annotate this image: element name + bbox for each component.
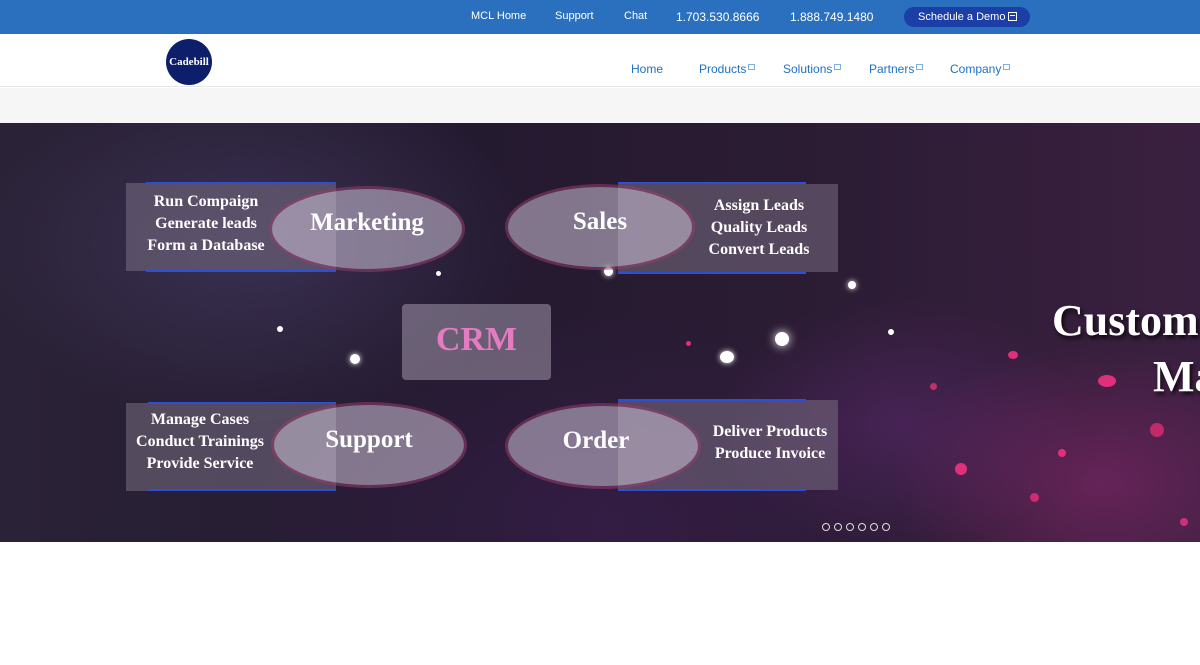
order-line: Deliver Products: [712, 423, 828, 440]
sales-line: Convert Leads: [708, 241, 810, 258]
panel-divider: [148, 402, 336, 404]
order-label: Order: [562, 427, 630, 454]
support-line: Provide Service: [146, 455, 254, 472]
nav-partners-label: Partners: [869, 62, 915, 76]
panel-divider: [618, 272, 806, 274]
nav-company[interactable]: Company: [950, 62, 1011, 76]
slide-dot[interactable]: [870, 523, 878, 531]
panel-divider: [146, 182, 336, 184]
top-bar: MCL Home Support Chat 1.703.530.8666 1.8…: [0, 0, 1200, 34]
sales-label: Sales: [572, 208, 628, 235]
support-line: Conduct Trainings: [136, 433, 264, 450]
crm-label: CRM: [435, 321, 518, 358]
phone-number-2[interactable]: 1.888.749.1480: [790, 10, 873, 24]
nav-partners[interactable]: Partners: [869, 62, 924, 76]
slide-dot[interactable]: [882, 523, 890, 531]
bokeh-light: [1180, 518, 1188, 526]
sales-line: Quality Leads: [710, 219, 808, 236]
support-line: Manage Cases: [150, 411, 250, 428]
sales-details: Assign Leads Quality Leads Convert Leads: [688, 195, 830, 261]
sales-line: Assign Leads: [713, 197, 805, 214]
nav-home[interactable]: Home: [631, 62, 663, 76]
bokeh-light: [604, 267, 613, 276]
panel-divider: [618, 489, 806, 491]
bokeh-light: [1008, 351, 1018, 359]
bokeh-light: [1030, 493, 1039, 502]
phone-number-1[interactable]: 1.703.530.8666: [676, 10, 759, 24]
slide-dot[interactable]: [834, 523, 842, 531]
nav-company-label: Company: [950, 62, 1002, 76]
marketing-label: Marketing: [310, 209, 424, 236]
slide-dot[interactable]: [846, 523, 854, 531]
order-line: Produce Invoice: [714, 445, 826, 462]
nav-solutions[interactable]: Solutions: [783, 62, 842, 76]
support-label: Support: [325, 426, 413, 453]
hero-slider: Run Compaign Generate leads Form a Datab…: [0, 123, 1200, 542]
bokeh-light: [1098, 375, 1116, 387]
bokeh-light: [848, 281, 856, 289]
hero-headline-line2: Ma: [1153, 352, 1200, 401]
bokeh-light: [277, 326, 283, 332]
slider-pager: [822, 518, 890, 536]
marketing-line: Form a Database: [147, 237, 265, 254]
nav-solutions-label: Solutions: [783, 62, 833, 76]
dropdown-icon: [748, 64, 756, 70]
nav-home-label: Home: [631, 62, 664, 76]
panel-divider: [618, 182, 806, 184]
bokeh-light: [436, 271, 441, 276]
cadebill-logo[interactable]: Cadebill: [166, 39, 212, 85]
bokeh-light: [1058, 449, 1066, 457]
panel-divider: [148, 489, 336, 491]
marketing-line: Run Compaign: [153, 193, 259, 210]
slide-dot[interactable]: [822, 523, 830, 531]
nav-products-label: Products: [699, 62, 747, 76]
dropdown-icon: [1003, 64, 1011, 70]
support-link[interactable]: Support: [555, 10, 594, 22]
schedule-demo-button[interactable]: Schedule a Demo: [904, 7, 1030, 27]
mcl-home-link[interactable]: MCL Home: [471, 10, 526, 22]
bokeh-light: [720, 351, 734, 363]
bokeh-light: [686, 341, 691, 346]
bokeh-light: [888, 329, 894, 335]
main-nav: Cadebill Home Products Solutions Partner…: [0, 34, 1200, 87]
panel-divider: [146, 270, 336, 272]
sub-bar: [0, 88, 1200, 123]
schedule-demo-label: Schedule a Demo: [918, 11, 1006, 23]
order-details: Deliver Products Produce Invoice: [700, 421, 840, 465]
bokeh-light: [775, 332, 789, 346]
calendar-icon: [1008, 12, 1018, 21]
panel-divider: [618, 399, 806, 401]
bokeh-light: [350, 354, 360, 364]
chat-link[interactable]: Chat: [624, 10, 647, 22]
marketing-details: Run Compaign Generate leads Form a Datab…: [126, 191, 286, 257]
bokeh-light: [930, 383, 937, 390]
support-details: Manage Cases Conduct Trainings Provide S…: [124, 409, 276, 475]
hero-headline-line1: Custom: [1052, 296, 1199, 345]
nav-products[interactable]: Products: [699, 62, 756, 76]
dropdown-icon: [916, 64, 924, 70]
bokeh-light: [1150, 423, 1164, 437]
bokeh-light: [955, 463, 967, 475]
slide-dot[interactable]: [858, 523, 866, 531]
dropdown-icon: [834, 64, 842, 70]
marketing-line: Generate leads: [155, 215, 257, 232]
